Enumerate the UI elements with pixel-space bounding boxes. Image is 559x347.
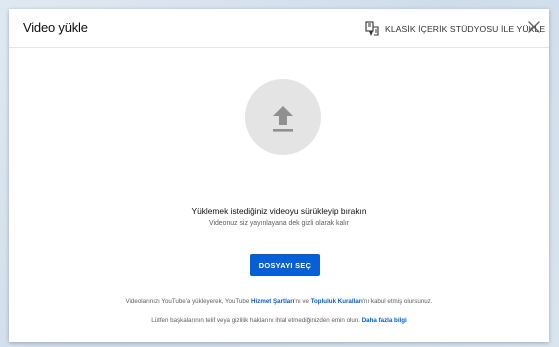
- terms-notice: Videolarınızı YouTube'a yükleyerek, YouT…: [9, 298, 549, 305]
- learn-more-link[interactable]: Daha fazla bilgi: [362, 317, 407, 324]
- copyright-notice: Lütfen başkalarının telif veya gizlilik …: [9, 317, 549, 324]
- terms-of-service-link[interactable]: Hizmet Şartları: [251, 298, 294, 305]
- classic-studio-icon: [365, 21, 379, 36]
- copyright-text: Lütfen başkalarının telif veya gizlilik …: [151, 317, 362, 324]
- select-files-button[interactable]: DOSYAYI SEÇ: [250, 254, 320, 276]
- terms-text-3: 'nı kabul etmiş olursunuz.: [362, 298, 433, 305]
- drop-instruction: Yüklemek istediğiniz videoyu sürükleyip …: [191, 206, 367, 216]
- upload-arrow-icon: [273, 106, 293, 132]
- classic-studio-label: KLASİK İÇERİK STÜDYOSU İLE YÜKLE: [385, 24, 546, 34]
- privacy-note: Videonuz siz yayınlayana dek gizli olara…: [208, 220, 350, 227]
- upload-dialog: Video yükle KLASİK İÇERİK STÜDYOSU İLE Y…: [9, 9, 549, 342]
- terms-text-2: 'nı ve: [294, 298, 311, 305]
- close-icon[interactable]: [527, 20, 541, 34]
- dialog-title: Video yükle: [23, 20, 88, 35]
- terms-text-1: Videolarınızı YouTube'a yükleyerek, YouT…: [125, 298, 252, 305]
- classic-studio-upload-link[interactable]: KLASİK İÇERİK STÜDYOSU İLE YÜKLE: [365, 18, 545, 40]
- dialog-header: Video yükle KLASİK İÇERİK STÜDYOSU İLE Y…: [9, 9, 549, 48]
- upload-drop-target[interactable]: [245, 79, 321, 155]
- community-guidelines-link[interactable]: Topluluk Kuralları: [311, 298, 363, 305]
